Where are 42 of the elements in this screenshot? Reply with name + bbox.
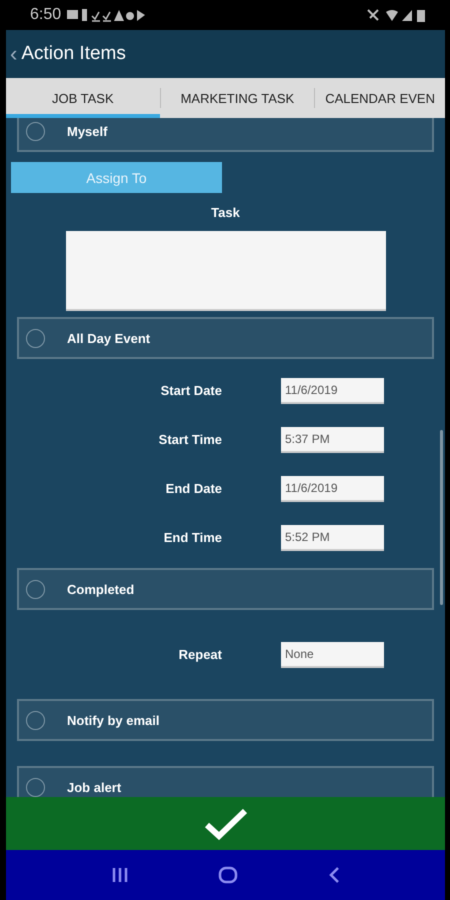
input-field[interactable]: 5:37 PM	[281, 426, 384, 452]
input-field[interactable]: 11/6/2019	[281, 378, 384, 404]
radio-button[interactable]	[26, 580, 45, 598]
option-label: Completed	[67, 582, 134, 596]
back-button[interactable]: ‹	[10, 41, 18, 67]
option-row[interactable]: Notify by email	[17, 699, 434, 741]
option-label: Notify by email	[67, 712, 160, 728]
field-label: Start Date	[160, 383, 222, 398]
clock-time: 6:50	[30, 6, 62, 24]
radio-button[interactable]	[26, 328, 45, 348]
option-label: Job alert	[67, 780, 122, 794]
warning-icon	[114, 10, 124, 21]
field-label: End Time	[162, 530, 222, 545]
image-icon	[67, 10, 78, 19]
home-icon[interactable]	[218, 865, 238, 885]
mute-icon	[367, 9, 379, 21]
input-field[interactable]: None	[281, 642, 384, 668]
back-icon[interactable]	[328, 866, 340, 884]
signal-icon	[402, 10, 412, 21]
recent-apps-icon[interactable]	[110, 867, 129, 883]
checkmark-icon	[204, 808, 248, 840]
battery-icon	[417, 10, 425, 22]
input-field[interactable]: 11/6/2019	[281, 476, 384, 502]
wifi-icon	[386, 10, 398, 21]
option-row[interactable]: All Day Event	[17, 317, 434, 359]
option-row[interactable]: Myself	[17, 118, 434, 152]
option-row[interactable]: Job alert	[17, 766, 434, 797]
radio-button[interactable]	[26, 710, 45, 730]
option-label: Myself	[67, 124, 108, 138]
input-field[interactable]: 5:52 PM	[281, 524, 384, 550]
field-label: Task	[211, 205, 240, 220]
text-area[interactable]	[66, 231, 386, 311]
field-label: Start Time	[158, 432, 222, 447]
option-label: All Day Event	[67, 330, 150, 346]
tab[interactable]: CALENDAR EVEN	[315, 78, 445, 118]
play-icon	[137, 10, 146, 21]
radio-button[interactable]	[26, 122, 45, 140]
screen-title: Action Items	[21, 43, 126, 65]
field-label: Repeat	[178, 647, 222, 662]
tab[interactable]: MARKETING TASK	[160, 78, 314, 118]
option-row[interactable]: Completed	[17, 568, 434, 610]
field-label: End Date	[164, 481, 222, 496]
